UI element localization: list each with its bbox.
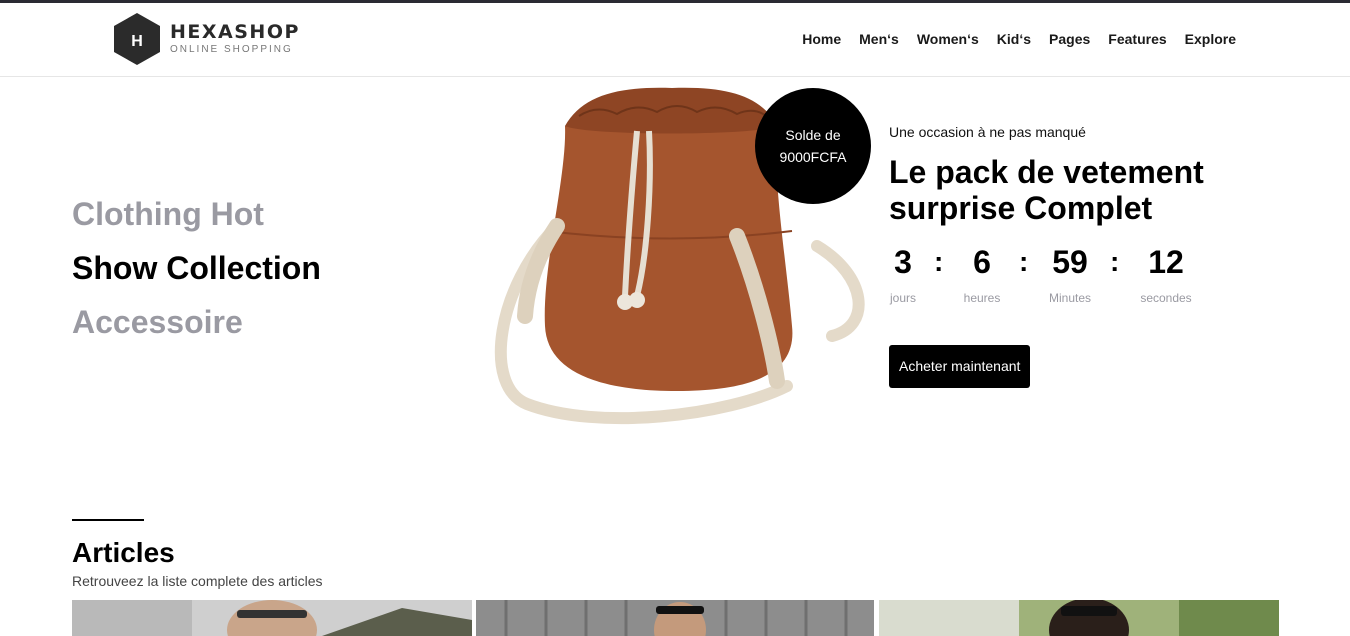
- countdown-separator: :: [1110, 246, 1120, 277]
- nav-explore[interactable]: Explore: [1185, 30, 1236, 48]
- nav-womens[interactable]: Women‘s: [917, 30, 979, 48]
- minutes-value: 59: [1052, 244, 1088, 280]
- article-card[interactable]: [72, 600, 472, 636]
- hexagon-logo-icon: H: [114, 13, 160, 65]
- hours-label: heures: [963, 291, 1001, 305]
- promo-kicker: Une occasion à ne pas manqué: [889, 124, 1086, 140]
- seconds-value: 12: [1148, 244, 1184, 280]
- countdown-separator: :: [1019, 246, 1029, 277]
- price-badge: Solde de 9000FCFA: [755, 88, 871, 204]
- countdown-hours: 6 heures: [961, 244, 1003, 306]
- promo-title: Le pack de vetement surprise Complet: [889, 154, 1204, 226]
- site-header: H HEXASHOP ONLINE SHOPPING Home Men‘s Wo…: [0, 3, 1350, 77]
- nav-features[interactable]: Features: [1108, 30, 1166, 48]
- article-card[interactable]: [476, 600, 874, 636]
- countdown-days: 3 jours: [889, 244, 917, 306]
- articles-subtitle: Retrouveez la liste complete des article…: [72, 573, 323, 589]
- badge-line1: Solde de: [785, 127, 841, 143]
- article-card[interactable]: [879, 600, 1279, 636]
- article-image: [879, 600, 1279, 636]
- days-label: jours: [889, 291, 916, 305]
- days-value: 3: [894, 244, 912, 280]
- section-divider: [72, 519, 144, 521]
- brand-logo[interactable]: H HEXASHOP ONLINE SHOPPING: [114, 13, 300, 65]
- category-accessoire[interactable]: Accessoire: [72, 295, 321, 349]
- countdown-seconds: 12 secondes: [1137, 244, 1195, 306]
- brand-tagline: ONLINE SHOPPING: [170, 44, 293, 55]
- buy-now-button[interactable]: Acheter maintenant: [889, 345, 1031, 388]
- category-show-collection[interactable]: Show Collection: [72, 241, 321, 295]
- minutes-label: Minutes: [1048, 291, 1092, 305]
- article-image: [72, 600, 472, 636]
- countdown-minutes: 59 Minutes: [1044, 244, 1096, 306]
- nav-home[interactable]: Home: [802, 30, 841, 48]
- brand-name: HEXASHOP: [170, 21, 300, 43]
- promo-block: Une occasion à ne pas manqué Le pack de …: [889, 122, 1289, 226]
- seconds-label: secondes: [1140, 291, 1192, 305]
- category-clothing-hot[interactable]: Clothing Hot: [72, 187, 321, 241]
- article-image: [476, 600, 874, 636]
- main-nav: Home Men‘s Women‘s Kid‘s Pages Features …: [802, 30, 1236, 48]
- nav-pages[interactable]: Pages: [1049, 30, 1090, 48]
- badge-price: 9000FCFA: [779, 149, 847, 165]
- nav-kids[interactable]: Kid‘s: [997, 30, 1031, 48]
- countdown-separator: :: [934, 246, 944, 277]
- category-menu: Clothing Hot Show Collection Accessoire: [72, 187, 321, 349]
- hours-value: 6: [973, 244, 991, 280]
- nav-mens[interactable]: Men‘s: [859, 30, 899, 48]
- svg-text:H: H: [131, 33, 143, 50]
- articles-title: Articles: [72, 537, 175, 568]
